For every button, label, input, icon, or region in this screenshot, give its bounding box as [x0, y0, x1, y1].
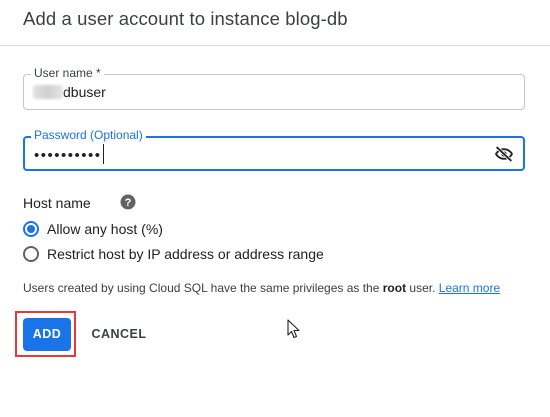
mouse-pointer-icon	[287, 319, 301, 339]
radio-label-allow-any-host: Allow any host (%)	[47, 221, 163, 237]
add-button[interactable]: ADD	[23, 318, 71, 351]
radio-label-restrict-host: Restrict host by IP address or address r…	[47, 246, 324, 262]
text-caret	[102, 144, 104, 164]
help-icon[interactable]: ?	[120, 194, 136, 210]
dialog-header: Add a user account to instance blog-db	[0, 0, 550, 46]
username-input-value: dbuser	[63, 84, 106, 100]
password-value-wrap: ••••••••••	[34, 144, 104, 166]
privileges-note: Users created by using Cloud SQL have th…	[23, 281, 500, 295]
dialog-title: Add a user account to instance blog-db	[23, 8, 348, 29]
svg-text:?: ?	[125, 197, 132, 209]
radio-button-checked[interactable]	[23, 221, 39, 237]
password-input-value: ••••••••••	[34, 147, 102, 164]
password-field[interactable]: Password (Optional) ••••••••••	[23, 128, 525, 171]
note-root-bold: root	[382, 281, 407, 295]
redacted-text	[33, 85, 63, 99]
cancel-button[interactable]: CANCEL	[87, 318, 151, 351]
learn-more-link[interactable]: Learn more	[439, 281, 500, 295]
eye-off-icon[interactable]	[494, 145, 514, 163]
add-user-dialog: Add a user account to instance blog-db U…	[0, 0, 550, 417]
note-text-end: user.	[406, 281, 439, 295]
username-label: User name *	[31, 66, 104, 80]
password-label: Password (Optional)	[31, 128, 146, 142]
username-value-wrap: dbuser	[33, 84, 106, 100]
username-field[interactable]: User name * dbuser	[23, 66, 525, 110]
note-text-start: Users created by using Cloud SQL have th…	[23, 281, 383, 295]
host-name-label: Host name	[23, 195, 91, 211]
radio-button-unchecked[interactable]	[23, 246, 39, 262]
